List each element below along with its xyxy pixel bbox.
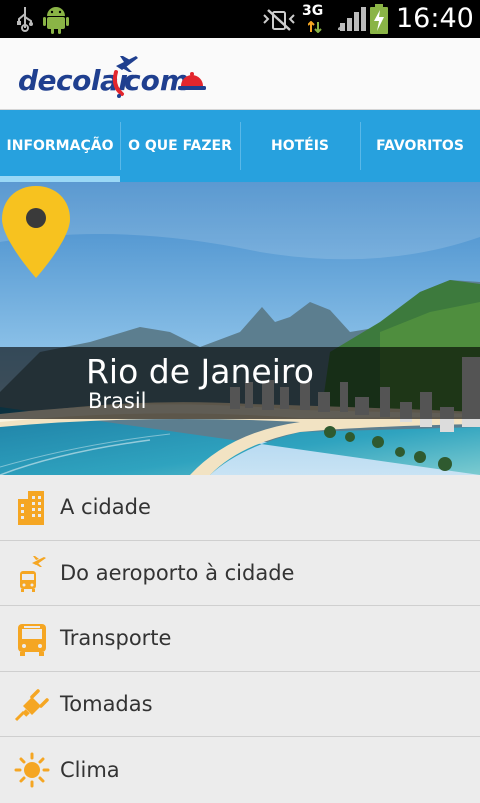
menu-item-label: Clima xyxy=(60,757,120,782)
menu-item-a-cidade[interactable]: A cidade xyxy=(0,475,480,541)
menu-item-label: Tomadas xyxy=(60,691,153,716)
data-activity-icon xyxy=(308,21,322,33)
location-pin-icon xyxy=(2,186,70,278)
rio-landscape-image xyxy=(0,182,480,475)
signal-strength-icon xyxy=(338,7,366,31)
tab-label: FAVORITOS xyxy=(376,138,464,154)
clock: 16:40 xyxy=(396,3,474,34)
menu-item-label: Transporte xyxy=(60,626,172,651)
menu-item-label: Do aeroporto à cidade xyxy=(60,560,295,585)
tab-o-que-fazer[interactable]: O QUE FAZER xyxy=(120,110,240,182)
bus-icon xyxy=(18,624,46,656)
usb-icon xyxy=(17,7,33,32)
tab-favoritos[interactable]: FAVORITOS xyxy=(360,110,480,182)
tab-label: HOTÉIS xyxy=(270,138,330,154)
tab-hoteis[interactable]: HOTÉIS xyxy=(240,110,360,182)
decolar-logo[interactable]: decolar com xyxy=(18,50,218,100)
destination-hero-image: Rio de Janeiro Brasil xyxy=(0,182,480,475)
sun-icon xyxy=(14,752,50,788)
hotel-bell-icon xyxy=(178,72,206,90)
info-menu-list: A cidade Do aeroporto à cidade Transport… xyxy=(0,475,480,800)
menu-item-transporte[interactable]: Transporte xyxy=(0,606,480,672)
menu-item-aeroporto[interactable]: Do aeroporto à cidade xyxy=(0,541,480,606)
destination-country: Brasil xyxy=(88,389,147,413)
menu-item-label: A cidade xyxy=(60,495,151,520)
tab-informacao[interactable]: INFORMAÇÃO xyxy=(0,110,120,182)
app-header: decolar com xyxy=(0,38,480,110)
plug-icon xyxy=(14,688,49,721)
menu-item-clima[interactable]: Clima xyxy=(0,737,480,803)
tab-bar: INFORMAÇÃO O QUE FAZER HOTÉIS FAVORITOS xyxy=(0,110,480,182)
network-type-indicator: 3G xyxy=(302,3,328,35)
menu-item-tomadas[interactable]: Tomadas xyxy=(0,672,480,737)
building-icon xyxy=(18,491,44,525)
destination-city: Rio de Janeiro xyxy=(86,352,314,391)
status-bar: 3G 16:40 xyxy=(0,0,480,38)
battery-charging-icon xyxy=(370,4,388,34)
tab-label: INFORMAÇÃO xyxy=(6,138,114,154)
network-label: 3G xyxy=(302,3,324,19)
tab-label: O QUE FAZER xyxy=(128,138,232,154)
vibrate-mute-icon xyxy=(263,9,295,31)
airport-bus-icon xyxy=(20,555,46,592)
android-icon xyxy=(43,7,69,34)
